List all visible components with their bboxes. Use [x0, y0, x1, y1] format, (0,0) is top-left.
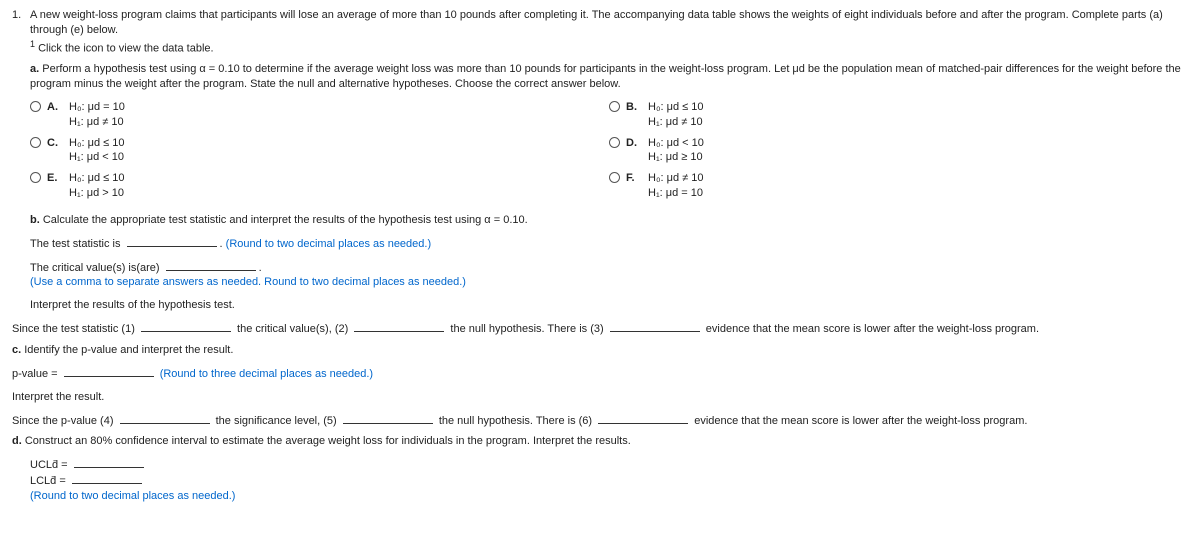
part-c-text: Identify the p-value and interpret the r… — [24, 344, 233, 356]
fill2-pre: Since the p-value (4) — [12, 415, 114, 427]
option-e-line1: H₀: μd ≤ 10 — [69, 172, 124, 184]
radio-c[interactable] — [30, 137, 41, 148]
fill2-post: evidence that the mean score is lower af… — [694, 415, 1027, 427]
option-a-line1: H₀: μd = 10 — [69, 101, 125, 113]
test-stat-post: . — [220, 238, 223, 250]
option-d-label: D. — [626, 136, 648, 166]
fill1-blank3[interactable] — [610, 321, 700, 332]
footnote-link[interactable]: Click the icon to view the data table. — [38, 42, 213, 54]
fill1-mid1: the critical value(s), (2) — [237, 323, 348, 335]
hint-round-2dp-1: (Round to two decimal places as needed.) — [226, 238, 431, 250]
test-statistic-input[interactable] — [127, 236, 217, 247]
radio-e[interactable] — [30, 172, 41, 183]
option-f-line1: H₀: μd ≠ 10 — [648, 172, 703, 184]
interpret-c: Interpret the result. — [12, 390, 1188, 405]
hint-round-3dp: (Round to three decimal places as needed… — [160, 368, 373, 380]
option-a-line2: H₁: μd ≠ 10 — [69, 116, 124, 128]
option-d-line2: H₁: μd ≥ 10 — [648, 151, 703, 163]
option-b-line2: H₁: μd ≠ 10 — [648, 116, 703, 128]
radio-a[interactable] — [30, 101, 41, 112]
option-e-label: E. — [47, 171, 69, 201]
lcl-input[interactable] — [72, 473, 142, 484]
part-d-text: Construct an 80% confidence interval to … — [25, 435, 631, 447]
hint-comma-round: (Use a comma to separate answers as need… — [30, 275, 1188, 290]
fill2-blank3[interactable] — [598, 413, 688, 424]
option-e-line2: H₁: μd > 10 — [69, 187, 124, 199]
test-stat-pre: The test statistic is — [30, 238, 120, 250]
ucl-input[interactable] — [74, 457, 144, 468]
fill1-blank1[interactable] — [141, 321, 231, 332]
crit-val-pre: The critical value(s) is(are) — [30, 262, 160, 274]
crit-val-post: . — [259, 262, 262, 274]
part-d-label: d. — [12, 435, 22, 447]
option-b-line1: H₀: μd ≤ 10 — [648, 101, 703, 113]
radio-d[interactable] — [609, 137, 620, 148]
fill2-mid1: the significance level, (5) — [216, 415, 337, 427]
fill1-mid2: the null hypothesis. There is (3) — [450, 323, 603, 335]
critical-value-input[interactable] — [166, 260, 256, 271]
question-number: 1. — [12, 8, 30, 313]
hint-round-2dp-2: (Round to two decimal places as needed.) — [30, 489, 1188, 504]
fill2-blank1[interactable] — [120, 413, 210, 424]
option-a-label: A. — [47, 100, 69, 130]
ucl-label: UCLd̄ = — [30, 459, 68, 471]
fill2-blank2[interactable] — [343, 413, 433, 424]
pvalue-label: p-value = — [12, 368, 58, 380]
lcl-label: LCLd̄ = — [30, 475, 66, 487]
option-c-label: C. — [47, 136, 69, 166]
footnote-mark: 1 — [30, 39, 35, 49]
option-f-label: F. — [626, 171, 648, 201]
question-prompt: A new weight-loss program claims that pa… — [30, 9, 1163, 36]
option-c-line1: H₀: μd ≤ 10 — [69, 137, 124, 149]
fill1-pre: Since the test statistic (1) — [12, 323, 135, 335]
option-f-line2: H₁: μd = 10 — [648, 187, 703, 199]
option-c-line2: H₁: μd < 10 — [69, 151, 124, 163]
part-b-text: Calculate the appropriate test statistic… — [43, 214, 528, 226]
pvalue-input[interactable] — [64, 366, 154, 377]
fill2-mid2: the null hypothesis. There is (6) — [439, 415, 592, 427]
interpret-b: Interpret the results of the hypothesis … — [30, 298, 1188, 313]
option-d-line1: H₀: μd < 10 — [648, 137, 704, 149]
radio-f[interactable] — [609, 172, 620, 183]
fill1-blank2[interactable] — [354, 321, 444, 332]
part-a-label: a. — [30, 63, 39, 75]
part-b-label: b. — [30, 214, 40, 226]
fill1-post: evidence that the mean score is lower af… — [706, 323, 1039, 335]
radio-b[interactable] — [609, 101, 620, 112]
part-c-label: c. — [12, 344, 21, 356]
part-a-text: Perform a hypothesis test using α = 0.10… — [30, 63, 1181, 90]
option-b-label: B. — [626, 100, 648, 130]
